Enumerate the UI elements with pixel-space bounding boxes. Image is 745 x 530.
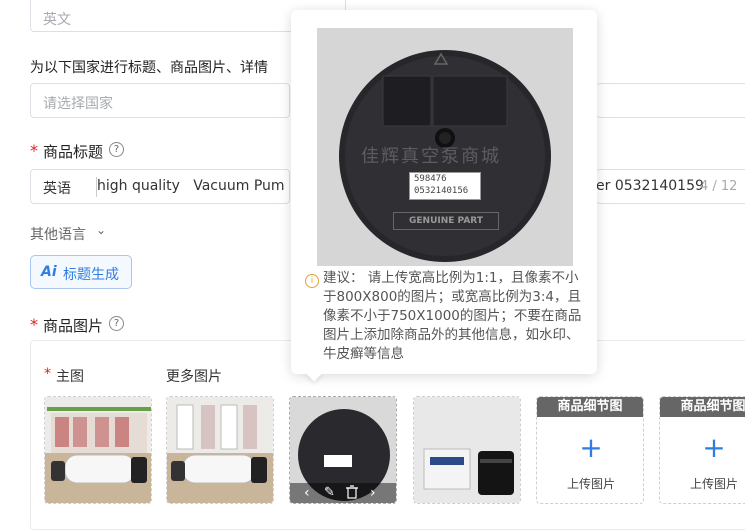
next-icon[interactable]: › xyxy=(370,485,376,501)
image-preview-popover: 598476 0532140156 GENUINE PART 佳辉真空泵商城 i… xyxy=(291,10,597,374)
detail-image-slot[interactable]: 商品细节图 + 上传图片 xyxy=(659,396,745,504)
product-thumbnail[interactable] xyxy=(44,396,152,504)
detail-slot-title: 商品细节图 xyxy=(537,397,643,417)
part-label-code: 598476 xyxy=(414,174,447,184)
images-label: 商品图片 xyxy=(43,317,104,335)
country-section-label: 为以下国家进行标题、商品图片、详情 xyxy=(30,60,268,76)
title-label: 商品标题 xyxy=(43,143,104,161)
info-icon: i xyxy=(305,274,319,288)
required-mark: * xyxy=(30,315,38,334)
ai-title-generate-button[interactable]: Ai 标题生成 xyxy=(30,255,132,289)
upload-label: 上传图片 xyxy=(689,477,738,491)
part-label-number: 0532140156 xyxy=(414,186,469,196)
help-icon[interactable]: ? xyxy=(109,142,124,157)
delete-icon[interactable] xyxy=(346,484,358,499)
country-select-placeholder: 请选择国家 xyxy=(43,96,113,112)
upload-tip: 建议： 请上传宽高比例为1:1，且像素不小于800X800的图片；或宽高比例为3… xyxy=(323,270,582,362)
product-photo xyxy=(45,397,151,503)
country-select-right[interactable] xyxy=(596,83,745,118)
title-input[interactable]: 英语 high quality Vacuum Pum xyxy=(30,169,290,204)
title-value-right: er 0532140159 xyxy=(596,178,704,194)
plus-icon: + xyxy=(702,431,726,464)
ai-button-label: 标题生成 xyxy=(63,267,119,283)
product-photo xyxy=(414,397,520,503)
popover-image: 598476 0532140156 GENUINE PART 佳辉真空泵商城 xyxy=(317,28,573,266)
other-languages-toggle[interactable]: 其他语言 xyxy=(30,224,86,244)
title-input-right[interactable]: er 0532140159 4 / 12 xyxy=(596,169,745,204)
required-mark: * xyxy=(30,141,38,160)
ai-icon: Ai xyxy=(41,264,57,280)
product-thumbnail-active[interactable]: ‹ ✎ › xyxy=(289,396,397,504)
title-value-left: high quality Vacuum Pum xyxy=(97,178,285,194)
more-images-label: 更多图片 xyxy=(166,369,222,385)
detail-image-slot[interactable]: 商品细节图 + 上传图片 xyxy=(536,396,644,504)
main-image-label: 主图 xyxy=(56,369,84,385)
title-counter: 4 / 12 xyxy=(700,179,738,194)
watermark-text: 佳辉真空泵商城 xyxy=(361,146,501,167)
product-thumbnail[interactable] xyxy=(166,396,274,504)
part-label: 598476 0532140156 xyxy=(409,172,481,200)
product-thumbnail[interactable] xyxy=(413,396,521,504)
thumbnail-action-bar: ‹ ✎ › xyxy=(290,483,396,503)
genuine-part-badge: GENUINE PART xyxy=(393,212,499,230)
detail-slot-title: 商品细节图 xyxy=(660,397,745,417)
product-photo xyxy=(167,397,273,503)
upload-label: 上传图片 xyxy=(566,477,615,491)
prev-icon[interactable]: ‹ xyxy=(304,485,310,501)
language-select-value: 英文 xyxy=(43,12,71,28)
help-icon[interactable]: ? xyxy=(109,316,124,331)
country-select[interactable]: 请选择国家 xyxy=(30,83,290,118)
chevron-down-icon[interactable]: ⌄ xyxy=(96,223,106,237)
edit-icon[interactable]: ✎ xyxy=(324,485,335,500)
required-mark: * xyxy=(44,366,51,382)
plus-icon: + xyxy=(579,431,603,464)
title-lang-prefix: 英语 xyxy=(43,181,71,197)
